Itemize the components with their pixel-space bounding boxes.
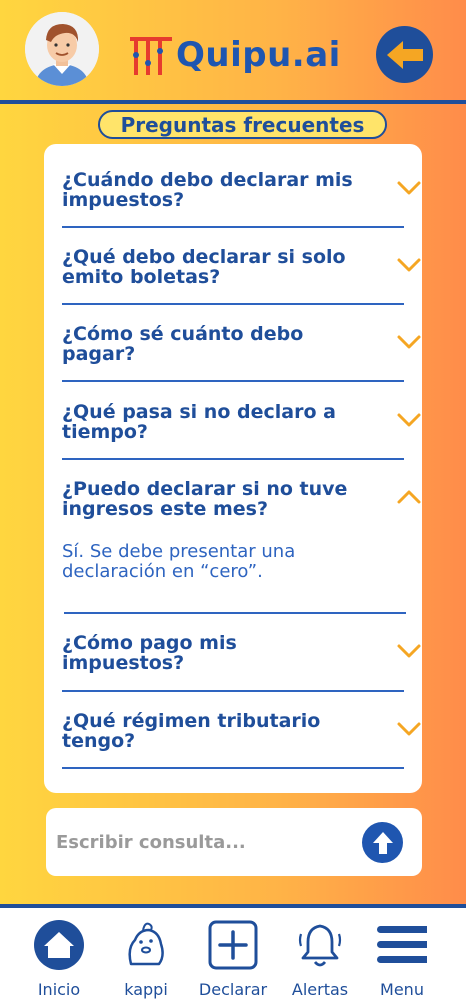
nav-item-kappi[interactable]: kappi (102, 918, 190, 999)
faq-item[interactable]: ¿Cómo sé cuánto debo pagar? (62, 323, 421, 366)
home-icon (34, 920, 84, 970)
chat-input-box (46, 808, 422, 876)
logo-text: Quipu.ai (176, 35, 341, 75)
app-logo: Quipu.ai (128, 30, 341, 80)
faq-item[interactable]: ¿Puedo declarar si no tuve ingresos este… (62, 478, 421, 521)
chevron-down-icon (397, 644, 421, 658)
page-title: Preguntas frecuentes (98, 110, 387, 139)
back-button[interactable] (376, 26, 433, 83)
faq-item[interactable]: ¿Cómo pago mis impuestos? (62, 632, 421, 675)
faq-item[interactable]: ¿Cuándo debo declarar mis impuestos? (62, 169, 421, 212)
faq-divider (62, 303, 404, 305)
faq-card: ¿Cuándo debo declarar mis impuestos? ¿Qu… (44, 144, 422, 793)
faq-question: ¿Qué pasa si no declaro a tiempo? (62, 401, 336, 443)
chevron-up-icon (397, 490, 421, 504)
nav-label: Menu (380, 980, 424, 999)
send-button[interactable] (362, 822, 403, 863)
faq-question: ¿Cómo sé cuánto debo pagar? (62, 323, 304, 365)
faq-question: ¿Qué debo declarar si solo emito boletas… (62, 246, 346, 288)
nav-item-inicio[interactable]: Inicio (15, 918, 103, 999)
nav-label: kappi (124, 980, 168, 999)
nav-item-menu[interactable]: Menu (358, 918, 446, 999)
app-header: Quipu.ai (0, 0, 466, 100)
faq-divider (62, 458, 404, 460)
capybara-icon (128, 922, 164, 966)
chat-input[interactable] (56, 826, 346, 858)
bottom-nav: Inicio kappi Declarar Alertas Menu (0, 904, 466, 1008)
nav-label: Alertas (291, 980, 349, 999)
chevron-down-icon (397, 181, 421, 195)
faq-divider (64, 612, 406, 614)
nav-item-declarar[interactable]: Declarar (189, 918, 277, 999)
avatar[interactable] (25, 12, 99, 86)
chevron-down-icon (397, 413, 421, 427)
faq-question: ¿Puedo declarar si no tuve ingresos este… (62, 478, 348, 520)
arrow-left-icon (386, 40, 423, 69)
faq-question: ¿Qué régimen tributario tengo? (62, 710, 321, 752)
quipu-logo-icon (130, 37, 172, 75)
header-divider (0, 100, 466, 104)
chevron-down-icon (397, 335, 421, 349)
chevron-down-icon (397, 258, 421, 272)
faq-divider (62, 226, 404, 228)
faq-divider (62, 380, 404, 382)
bell-icon (298, 924, 342, 967)
chevron-down-icon (397, 722, 421, 736)
faq-question: ¿Cómo pago mis impuestos? (62, 632, 237, 674)
faq-item[interactable]: ¿Qué pasa si no declaro a tiempo? (62, 401, 421, 444)
faq-question: ¿Cuándo debo declarar mis impuestos? (62, 169, 353, 211)
hamburger-icon (377, 926, 427, 963)
faq-item[interactable]: ¿Qué debo declarar si solo emito boletas… (62, 246, 421, 289)
nav-item-alertas[interactable]: Alertas (276, 918, 364, 999)
faq-divider (62, 690, 404, 692)
arrow-up-icon (372, 831, 393, 854)
nav-label: Declarar (198, 980, 268, 999)
faq-divider (62, 767, 404, 769)
faq-answer: Sí. Se debe presentar una declaración en… (62, 541, 296, 582)
nav-label: Inicio (37, 980, 81, 999)
plus-square-icon (208, 920, 258, 970)
user-avatar-icon (25, 12, 99, 86)
faq-item[interactable]: ¿Qué régimen tributario tengo? (62, 710, 421, 753)
